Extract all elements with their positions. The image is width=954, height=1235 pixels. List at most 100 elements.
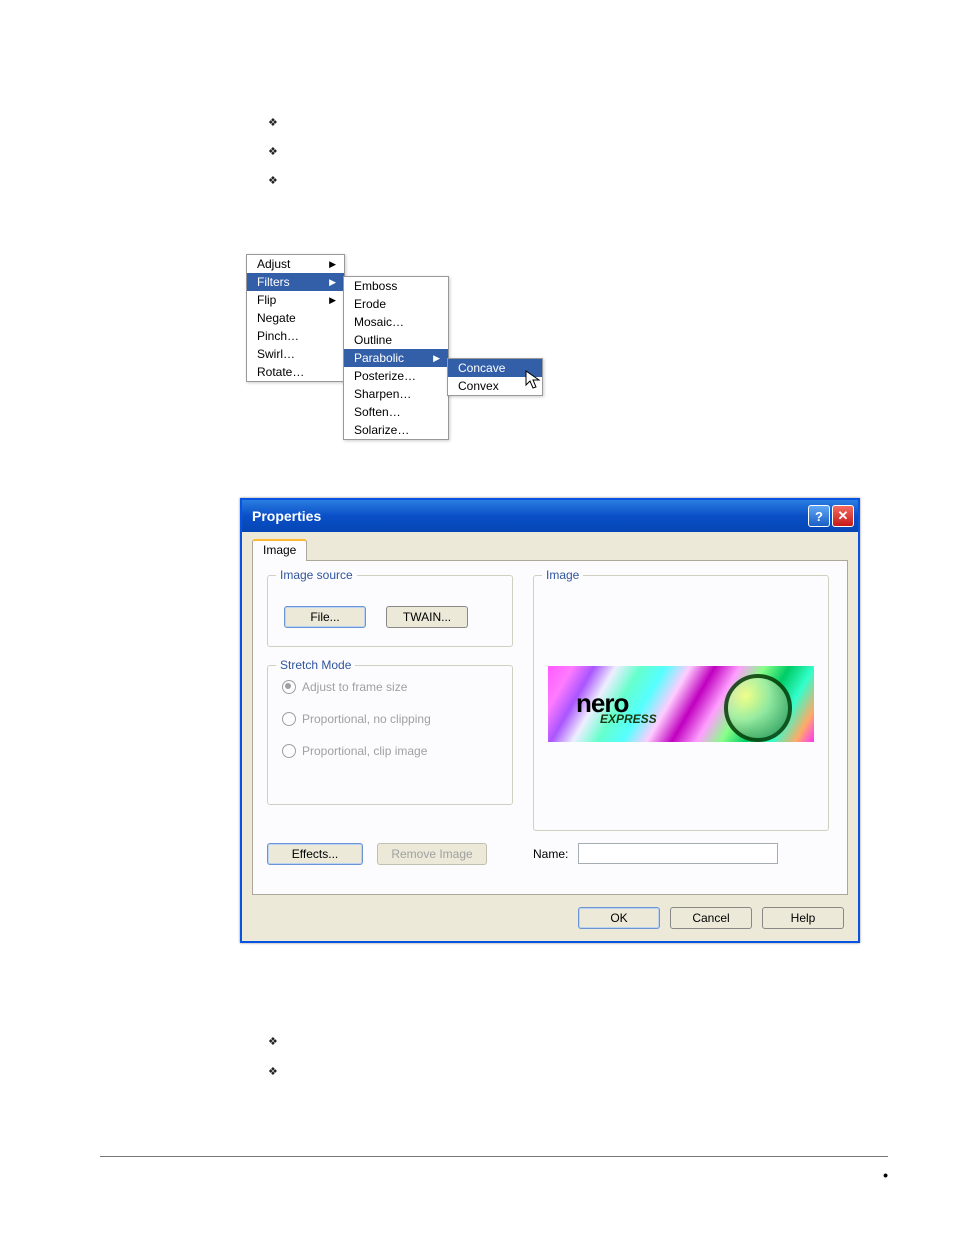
menu-item-label: Sharpen…	[354, 387, 411, 401]
menu-item-flip[interactable]: Flip ▶	[247, 291, 344, 309]
context-submenu-filters[interactable]: Emboss Erode Mosaic… Outline Parabolic▶ …	[343, 276, 449, 440]
radio-proportional-clip[interactable]: Proportional, clip image	[282, 744, 512, 758]
chevron-right-icon: ▶	[329, 259, 336, 270]
menu-item-label: Convex	[458, 379, 499, 393]
menu-item-negate[interactable]: Negate	[247, 309, 344, 327]
help-button[interactable]: Help	[762, 907, 844, 929]
button-label: File...	[310, 610, 339, 624]
menu-item-posterize[interactable]: Posterize…	[344, 367, 448, 385]
group-legend: Stretch Mode	[276, 658, 355, 672]
ok-button[interactable]: OK	[578, 907, 660, 929]
menu-item-label: Solarize…	[354, 423, 409, 437]
button-label: Help	[791, 911, 816, 925]
close-icon: ✕	[838, 508, 849, 524]
menu-item-label: Erode	[354, 297, 386, 311]
dialog-title: Properties	[252, 508, 321, 524]
radio-label: Adjust to frame size	[302, 680, 407, 694]
titlebar-buttons: ? ✕	[808, 505, 854, 527]
context-submenu-parabolic[interactable]: Concave Convex	[447, 358, 543, 396]
dialog-button-row: OK Cancel Help	[578, 907, 844, 929]
name-label: Name:	[533, 847, 568, 861]
bullet-item: ❖	[268, 1064, 278, 1078]
menu-item-solarize[interactable]: Solarize…	[344, 421, 448, 439]
remove-image-button[interactable]: Remove Image	[377, 843, 487, 865]
context-menu-effects[interactable]: Adjust ▶ Filters ▶ Flip ▶ Negate Pinch… Swi…	[246, 254, 345, 382]
tab-strip: Image	[252, 539, 307, 561]
titlebar-close-button[interactable]: ✕	[832, 505, 854, 527]
menu-item-emboss[interactable]: Emboss	[344, 277, 448, 295]
radio-icon	[282, 744, 296, 758]
menu-item-label: Posterize…	[354, 369, 416, 383]
menu-item-erode[interactable]: Erode	[344, 295, 448, 313]
bullet-item: ❖	[268, 173, 278, 187]
radio-label: Proportional, no clipping	[302, 712, 431, 726]
menu-item-label: Swirl…	[257, 347, 295, 361]
group-image-source: Image source File... TWAIN...	[267, 575, 513, 647]
menu-item-label: Concave	[458, 361, 505, 375]
group-stretch-mode: Stretch Mode Adjust to frame size Propor…	[267, 665, 513, 805]
menu-item-pinch[interactable]: Pinch…	[247, 327, 344, 345]
menu-item-label: Soften…	[354, 405, 401, 419]
bullet-item: ❖	[268, 1034, 278, 1048]
dialog-body: Image Image source File... TWAIN... Stre…	[242, 532, 858, 941]
menu-item-concave[interactable]: Concave	[448, 359, 542, 377]
menu-item-label: Rotate…	[257, 365, 304, 379]
file-button[interactable]: File...	[284, 606, 366, 628]
button-label: Cancel	[692, 911, 729, 925]
menu-item-adjust[interactable]: Adjust ▶	[247, 255, 344, 273]
image-preview: nero EXPRESS	[548, 666, 814, 742]
radio-label: Proportional, clip image	[302, 744, 427, 758]
titlebar-help-button[interactable]: ?	[808, 505, 830, 527]
bullet-item: ❖	[268, 115, 278, 129]
radio-icon	[282, 712, 296, 726]
button-label: Effects...	[292, 847, 338, 861]
menu-item-sharpen[interactable]: Sharpen…	[344, 385, 448, 403]
menu-item-label: Parabolic	[354, 351, 404, 365]
group-legend: Image	[542, 568, 583, 582]
cancel-button[interactable]: Cancel	[670, 907, 752, 929]
menu-item-label: Adjust	[257, 257, 290, 271]
button-label: OK	[610, 911, 627, 925]
chevron-right-icon: ▶	[433, 353, 440, 364]
chevron-right-icon: ▶	[329, 295, 336, 306]
radio-adjust-frame[interactable]: Adjust to frame size	[282, 680, 512, 694]
menu-item-label: Negate	[257, 311, 296, 325]
diamond-bullet-icon: ❖	[268, 175, 278, 187]
group-image-preview: Image nero EXPRESS	[533, 575, 829, 831]
chevron-right-icon: ▶	[329, 277, 336, 288]
menu-item-label: Flip	[257, 293, 276, 307]
menu-item-swirl[interactable]: Swirl…	[247, 345, 344, 363]
bullet-item: ❖	[268, 144, 278, 158]
preview-brand-subtext: EXPRESS	[600, 712, 657, 726]
menu-item-label: Outline	[354, 333, 392, 347]
dialog-titlebar[interactable]: Properties ? ✕	[242, 500, 858, 532]
radio-proportional-noclip[interactable]: Proportional, no clipping	[282, 712, 512, 726]
menu-item-label: Emboss	[354, 279, 397, 293]
group-legend: Image source	[276, 568, 357, 582]
menu-item-rotate[interactable]: Rotate…	[247, 363, 344, 381]
name-input[interactable]	[578, 843, 778, 864]
properties-dialog: Properties ? ✕ Image Image source File..…	[240, 498, 860, 943]
diamond-bullet-icon: ❖	[268, 1036, 278, 1048]
menu-item-mosaic[interactable]: Mosaic…	[344, 313, 448, 331]
button-label: TWAIN...	[403, 610, 451, 624]
name-row: Name:	[533, 843, 778, 864]
tab-label: Image	[263, 543, 296, 557]
menu-item-convex[interactable]: Convex	[448, 377, 542, 395]
menu-item-parabolic[interactable]: Parabolic ▶	[344, 349, 448, 367]
menu-item-soften[interactable]: Soften…	[344, 403, 448, 421]
tab-image[interactable]: Image	[252, 539, 307, 561]
menu-item-filters[interactable]: Filters ▶	[247, 273, 344, 291]
radio-icon	[282, 680, 296, 694]
menu-item-label: Mosaic…	[354, 315, 404, 329]
footer-dot-icon: •	[883, 1167, 888, 1183]
help-icon: ?	[815, 509, 823, 524]
menu-item-label: Pinch…	[257, 329, 299, 343]
tab-page-image: Image source File... TWAIN... Stretch Mo…	[252, 560, 848, 895]
effects-button[interactable]: Effects...	[267, 843, 363, 865]
twain-button[interactable]: TWAIN...	[386, 606, 468, 628]
diamond-bullet-icon: ❖	[268, 146, 278, 158]
menu-item-label: Filters	[257, 275, 290, 289]
menu-item-outline[interactable]: Outline	[344, 331, 448, 349]
diamond-bullet-icon: ❖	[268, 117, 278, 129]
